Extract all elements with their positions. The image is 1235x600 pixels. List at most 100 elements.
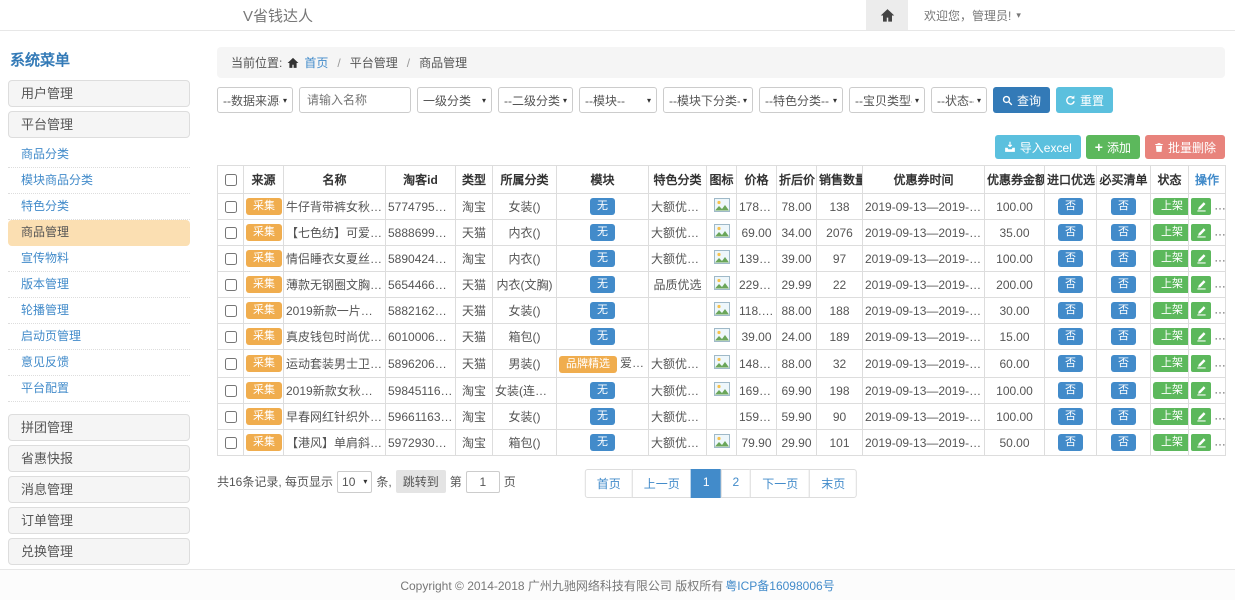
home-button[interactable] xyxy=(866,0,908,30)
sidebar-item-意见反馈[interactable]: 意见反馈 xyxy=(8,350,190,376)
no-badge[interactable]: 否 xyxy=(1058,250,1083,267)
import-excel-button[interactable]: 导入excel xyxy=(995,135,1081,159)
no-badge[interactable]: 否 xyxy=(1058,302,1083,319)
edit-button[interactable] xyxy=(1191,276,1211,293)
status-button[interactable]: 上架 xyxy=(1153,276,1189,293)
sidebar-item-平台管理[interactable]: 平台管理 xyxy=(8,111,190,138)
sidebar-item-轮播管理[interactable]: 轮播管理 xyxy=(8,298,190,324)
filter-select[interactable]: --状态--▾ xyxy=(931,87,987,113)
row-checkbox[interactable] xyxy=(225,279,237,291)
filter-select[interactable]: 一级分类▾ xyxy=(417,87,492,113)
add-button[interactable]: + 添加 xyxy=(1086,135,1140,159)
icon-cell xyxy=(707,272,737,298)
no-badge[interactable]: 否 xyxy=(1058,276,1083,293)
page-button-下一页[interactable]: 下一页 xyxy=(750,469,810,498)
page-button-2[interactable]: 2 xyxy=(721,469,752,498)
edit-button[interactable] xyxy=(1191,355,1211,372)
no-badge[interactable]: 否 xyxy=(1058,328,1083,345)
edit-button[interactable] xyxy=(1191,328,1211,345)
edit-button[interactable] xyxy=(1191,408,1211,425)
taoke-id-cell: 601000601341 xyxy=(386,324,456,350)
no-badge[interactable]: 否 xyxy=(1058,382,1083,399)
no-badge[interactable]: 否 xyxy=(1111,434,1136,451)
no-badge[interactable]: 否 xyxy=(1111,224,1136,241)
sidebar-item-拼团管理[interactable]: 拼团管理 xyxy=(8,414,190,441)
edit-button[interactable] xyxy=(1191,198,1211,215)
sidebar-item-订单管理[interactable]: 订单管理 xyxy=(8,507,190,534)
filter-select[interactable]: --模块--▾ xyxy=(579,87,657,113)
edit-button[interactable] xyxy=(1191,434,1211,451)
per-page-select[interactable]: 10 ▾ xyxy=(337,471,372,493)
filter-select[interactable]: --模块下分类--▾ xyxy=(663,87,753,113)
page-button-1[interactable]: 1 xyxy=(691,469,722,498)
edit-button[interactable] xyxy=(1191,302,1211,319)
sidebar-item-模块商品分类[interactable]: 模块商品分类 xyxy=(8,168,190,194)
no-badge[interactable]: 否 xyxy=(1111,355,1136,372)
row-checkbox[interactable] xyxy=(225,358,237,370)
no-badge[interactable]: 否 xyxy=(1111,198,1136,215)
no-badge[interactable]: 否 xyxy=(1111,250,1136,267)
no-badge[interactable]: 否 xyxy=(1111,276,1136,293)
module-cell: 无 xyxy=(557,378,649,404)
page-input[interactable] xyxy=(466,471,500,493)
row-checkbox[interactable] xyxy=(225,411,237,423)
status-button[interactable]: 上架 xyxy=(1153,198,1189,215)
row-checkbox[interactable] xyxy=(225,253,237,265)
no-badge[interactable]: 否 xyxy=(1058,355,1083,372)
sidebar-item-平台配置[interactable]: 平台配置 xyxy=(8,376,190,402)
row-checkbox[interactable] xyxy=(225,385,237,397)
row-checkbox[interactable] xyxy=(225,201,237,213)
row-checkbox[interactable] xyxy=(225,331,237,343)
filter-select[interactable]: --数据来源--▾ xyxy=(217,87,293,113)
sidebar-item-商品管理[interactable]: 商品管理 xyxy=(8,220,190,246)
no-badge[interactable]: 否 xyxy=(1058,408,1083,425)
icp-link[interactable]: 粤ICP备16098006号 xyxy=(725,577,834,594)
sidebar-item-消息管理[interactable]: 消息管理 xyxy=(8,476,190,503)
breadcrumb-home-link[interactable]: 首页 xyxy=(304,54,328,71)
filter-select[interactable]: --宝贝类型--▾ xyxy=(849,87,925,113)
name-cell: 薄款无钢圈文胸聚拢性... xyxy=(284,272,386,298)
sidebar-item-兑换管理[interactable]: 兑换管理 xyxy=(8,538,190,565)
no-badge[interactable]: 否 xyxy=(1058,434,1083,451)
status-button[interactable]: 上架 xyxy=(1153,434,1189,451)
status-button[interactable]: 上架 xyxy=(1153,382,1189,399)
status-button[interactable]: 上架 xyxy=(1153,250,1189,267)
edit-button[interactable] xyxy=(1191,382,1211,399)
sidebar-item-宣传物料[interactable]: 宣传物料 xyxy=(8,246,190,272)
status-button[interactable]: 上架 xyxy=(1153,328,1189,345)
search-input[interactable] xyxy=(299,87,411,113)
select-all-checkbox[interactable] xyxy=(225,174,237,186)
reset-button[interactable]: 重置 xyxy=(1056,87,1113,113)
edit-button[interactable] xyxy=(1191,250,1211,267)
status-button[interactable]: 上架 xyxy=(1153,302,1189,319)
page-button-上一页[interactable]: 上一页 xyxy=(632,469,692,498)
sidebar-item-版本管理[interactable]: 版本管理 xyxy=(8,272,190,298)
batch-delete-button[interactable]: 批量删除 xyxy=(1145,135,1225,159)
page-button-首页[interactable]: 首页 xyxy=(585,469,633,498)
filter-select[interactable]: --特色分类--▾ xyxy=(759,87,843,113)
row-checkbox[interactable] xyxy=(225,437,237,449)
jump-button[interactable]: 跳转到 xyxy=(396,470,446,493)
no-badge[interactable]: 否 xyxy=(1111,302,1136,319)
no-badge[interactable]: 否 xyxy=(1058,224,1083,241)
status-button[interactable]: 上架 xyxy=(1153,408,1189,425)
status-button[interactable]: 上架 xyxy=(1153,355,1189,372)
user-menu[interactable]: 欢迎您，管理员! ▾ xyxy=(924,7,1021,24)
no-badge[interactable]: 否 xyxy=(1111,328,1136,345)
row-checkbox[interactable] xyxy=(225,227,237,239)
edit-button[interactable] xyxy=(1191,224,1211,241)
no-badge[interactable]: 否 xyxy=(1058,198,1083,215)
search-button[interactable]: 查询 xyxy=(993,87,1050,113)
sidebar-item-省惠快报[interactable]: 省惠快报 xyxy=(8,445,190,472)
row-checkbox[interactable] xyxy=(225,305,237,317)
filter-select[interactable]: --二级分类--▾ xyxy=(498,87,573,113)
no-badge[interactable]: 否 xyxy=(1111,408,1136,425)
no-badge[interactable]: 否 xyxy=(1111,382,1136,399)
sidebar-item-启动页管理[interactable]: 启动页管理 xyxy=(8,324,190,350)
status-button[interactable]: 上架 xyxy=(1153,224,1189,241)
sidebar-item-特色分类[interactable]: 特色分类 xyxy=(8,194,190,220)
sidebar-item-商品分类[interactable]: 商品分类 xyxy=(8,142,190,168)
sidebar-item-用户管理[interactable]: 用户管理 xyxy=(8,80,190,107)
page-button-末页[interactable]: 末页 xyxy=(809,469,857,498)
icon-cell xyxy=(707,378,737,404)
